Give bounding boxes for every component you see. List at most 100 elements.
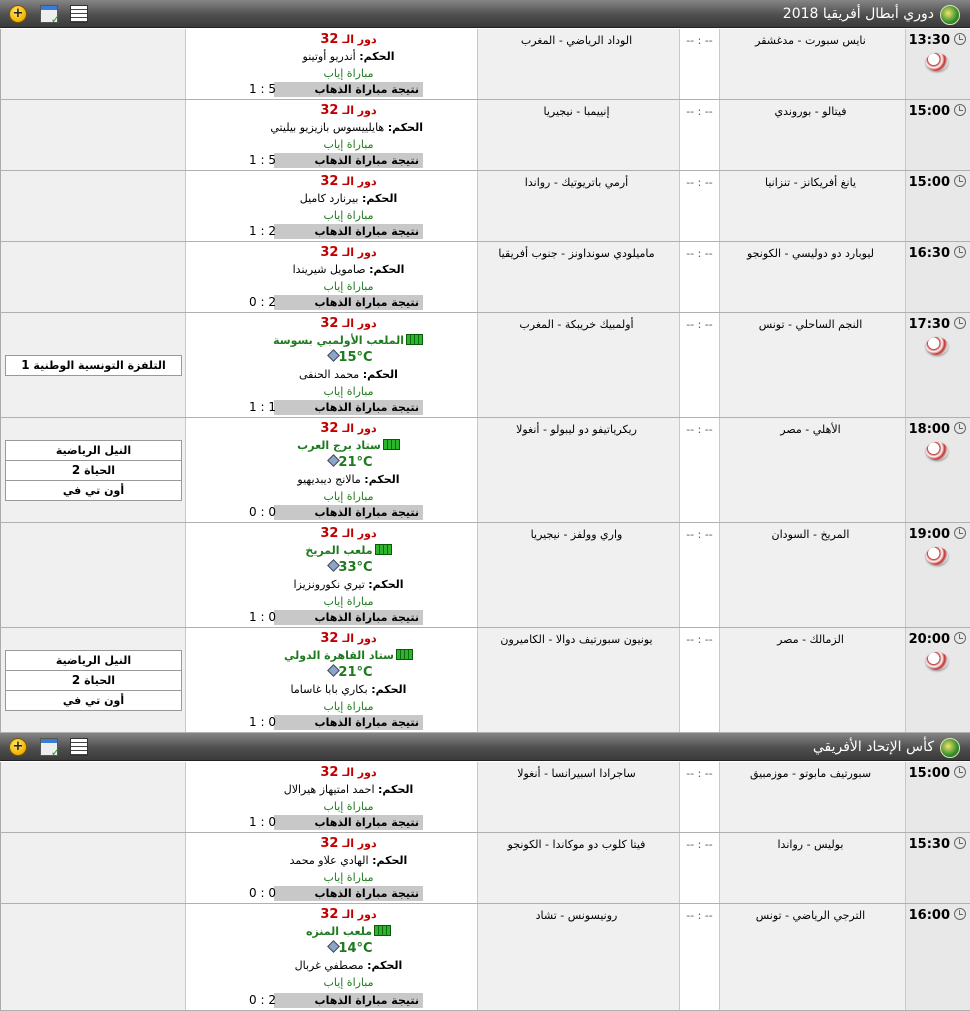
first-leg-home-goals: 1 (268, 400, 276, 414)
match-score[interactable]: -- : -- (680, 423, 719, 436)
match-time-cell: 19:00 (905, 523, 970, 627)
away-team[interactable]: إنييمبا - نيجيريا (482, 105, 671, 118)
away-team[interactable]: يونيون سبورتيف دوالا - الكاميرون (482, 633, 671, 646)
match-time-cell: 17:30 (905, 313, 970, 417)
match-info-cell: دور الـ 32 الحكم: صامويل شيريندا مباراة إي… (185, 242, 477, 312)
match-row[interactable]: 15:30 بوليس - رواندا -- : -- فيتا كلوب دو م… (0, 833, 970, 904)
match-row[interactable]: 15:00 فيتالو - بوروندي -- : -- إنييمبا - ني… (0, 100, 970, 171)
tv-channel[interactable]: الحياة 2 (5, 670, 182, 691)
home-team[interactable]: نايس سبورت - مدغشقر (724, 34, 897, 47)
referee-name: أندريو أوتينو (302, 50, 356, 63)
first-leg-result-label: نتيجة مباراة الذهاب (274, 153, 423, 168)
first-leg-home-goals: 2 (268, 295, 276, 309)
match-leg: مباراة إياب (323, 871, 374, 884)
first-leg-away-goals: 1 (249, 224, 257, 238)
first-leg-score: 0 : 2 (249, 993, 276, 1007)
tv-channel[interactable]: الحياة 2 (5, 460, 182, 481)
stadium-name: ستاد برج العرب (297, 439, 381, 452)
stadium[interactable]: ستاد القاهرة الدولي (274, 647, 423, 664)
tv-channels-cell (0, 29, 185, 99)
away-team[interactable]: الوداد الرياضي - المغرب (482, 34, 671, 47)
away-team[interactable]: أرمي باتريوتيك - رواندا (482, 176, 671, 189)
match-score[interactable]: -- : -- (680, 528, 719, 541)
match-row[interactable]: 15:00 سبورتيف مابوتو - موزمبيق -- : -- ساجر… (0, 762, 970, 833)
calendar-icon[interactable] (40, 5, 60, 26)
match-score[interactable]: -- : -- (680, 247, 719, 260)
match-score[interactable]: -- : -- (680, 633, 719, 646)
league-title[interactable]: دوري أبطال أفريقيا 2018 (783, 6, 934, 22)
match-score[interactable]: -- : -- (680, 767, 719, 780)
football-icon[interactable] (926, 547, 948, 565)
football-icon[interactable] (926, 652, 948, 670)
match-leg: مباراة إياب (323, 209, 374, 222)
match-round: دور الـ 32 (274, 173, 423, 190)
match-row[interactable]: 20:00 الزمالك - مصر -- : -- يونيون سبورتيف … (0, 628, 970, 733)
match-score[interactable]: -- : -- (680, 318, 719, 331)
league-title[interactable]: كأس الإتحاد الأفريقي (813, 739, 934, 755)
tv-channels-cell: النيل الرياضية الحياة 2 أون تي في (0, 418, 185, 522)
football-icon[interactable] (926, 53, 948, 71)
tv-channel[interactable]: أون تي في (5, 480, 182, 501)
home-team[interactable]: بوليس - رواندا (724, 838, 897, 851)
home-team[interactable]: ليوبارد دو دوليسي - الكونجو (724, 247, 897, 260)
first-leg-result-label: نتيجة مباراة الذهاب (274, 815, 423, 830)
match-info-cell: دور الـ 32 الملعب الأولمبي بسوسة 15°C الحكم… (185, 313, 477, 417)
stadium[interactable]: ملعب المنزه (274, 923, 423, 940)
score-cell: -- : -- (679, 171, 719, 241)
tv-channel[interactable]: النيل الرياضية (5, 650, 182, 671)
clock-icon (954, 766, 966, 778)
tv-channel-number: 2 (71, 673, 81, 687)
home-team[interactable]: المريخ - السودان (724, 528, 897, 541)
home-team-cell: بوليس - رواندا (719, 833, 905, 903)
match-row[interactable]: 15:00 يانغ أفريكانز - تنزانيا -- : -- أرمي … (0, 171, 970, 242)
add-icon[interactable]: + (9, 5, 27, 23)
match-time: 16:00 (909, 908, 966, 923)
stadium[interactable]: الملعب الأولمبي بسوسة (273, 332, 423, 349)
tv-channel[interactable]: أون تي في (5, 690, 182, 711)
away-team[interactable]: ماميلودي سونداونز - جنوب أفريقيا (482, 247, 671, 260)
away-team[interactable]: ساجرادا اسبيرانسا - أنغولا (482, 767, 671, 780)
football-icon[interactable] (926, 337, 948, 355)
away-team[interactable]: واري وولفز - نيجيريا (482, 528, 671, 541)
league-header: دوري أبطال أفريقيا 2018 + (0, 0, 970, 28)
tv-channel[interactable]: النيل الرياضية (5, 440, 182, 461)
match-row[interactable]: 18:00 الأهلي - مصر -- : -- ريكرياتيفو دو لي… (0, 418, 970, 523)
add-icon[interactable]: + (9, 738, 27, 756)
match-row[interactable]: 16:00 الترجي الرياضي - تونس -- : -- رونيسون… (0, 904, 970, 1011)
match-score[interactable]: -- : -- (680, 176, 719, 189)
match-score[interactable]: -- : -- (680, 909, 719, 922)
league-name: كأس الإتحاد الأفريقي (812, 739, 934, 755)
first-leg-result-label: نتيجة مباراة الذهاب (274, 224, 423, 239)
calendar-icon[interactable] (40, 738, 60, 759)
tv-channel[interactable]: التلفزة التونسية الوطنية 1 (5, 355, 182, 376)
match-info-cell: دور الـ 32 ملعب المريخ 33°C الحكم: تيري نكو… (185, 523, 477, 627)
match-row[interactable]: 16:30 ليوبارد دو دوليسي - الكونجو -- : -- م… (0, 242, 970, 313)
away-team[interactable]: أولمبيك خريبكة - المغرب (482, 318, 671, 331)
home-team[interactable]: سبورتيف مابوتو - موزمبيق (724, 767, 897, 780)
referee-label: الحكم: (364, 473, 400, 486)
round-label: دور الـ (342, 246, 377, 259)
football-icon[interactable] (926, 442, 948, 460)
match-row[interactable]: 17:30 النجم الساحلي - تونس -- : -- أولمبيك … (0, 313, 970, 418)
home-team[interactable]: الزمالك - مصر (724, 633, 897, 646)
home-team[interactable]: النجم الساحلي - تونس (724, 318, 897, 331)
home-team[interactable]: فيتالو - بوروندي (724, 105, 897, 118)
list-icon[interactable] (70, 738, 88, 756)
stadium[interactable]: ملعب المريخ (274, 542, 423, 559)
caf-logo-icon (940, 738, 960, 758)
score-cell: -- : -- (679, 418, 719, 522)
home-team[interactable]: الأهلي - مصر (724, 423, 897, 436)
away-team[interactable]: فيتا كلوب دو موكاندا - الكونجو (482, 838, 671, 851)
away-team[interactable]: ريكرياتيفو دو ليبولو - أنغولا (482, 423, 671, 436)
match-score[interactable]: -- : -- (680, 105, 719, 118)
list-icon[interactable] (70, 5, 88, 23)
match-row[interactable]: 19:00 المريخ - السودان -- : -- واري وولفز -… (0, 523, 970, 628)
away-team[interactable]: رونيسونس - تشاد (482, 909, 671, 922)
match-score[interactable]: -- : -- (680, 34, 719, 47)
home-team[interactable]: يانغ أفريكانز - تنزانيا (724, 176, 897, 189)
home-team[interactable]: الترجي الرياضي - تونس (724, 909, 897, 922)
first-leg-score: 1 : 0 (249, 610, 276, 624)
stadium[interactable]: ستاد برج العرب (274, 437, 423, 454)
match-row[interactable]: 13:30 نايس سبورت - مدغشقر -- : -- الوداد ال… (0, 29, 970, 100)
match-score[interactable]: -- : -- (680, 838, 719, 851)
